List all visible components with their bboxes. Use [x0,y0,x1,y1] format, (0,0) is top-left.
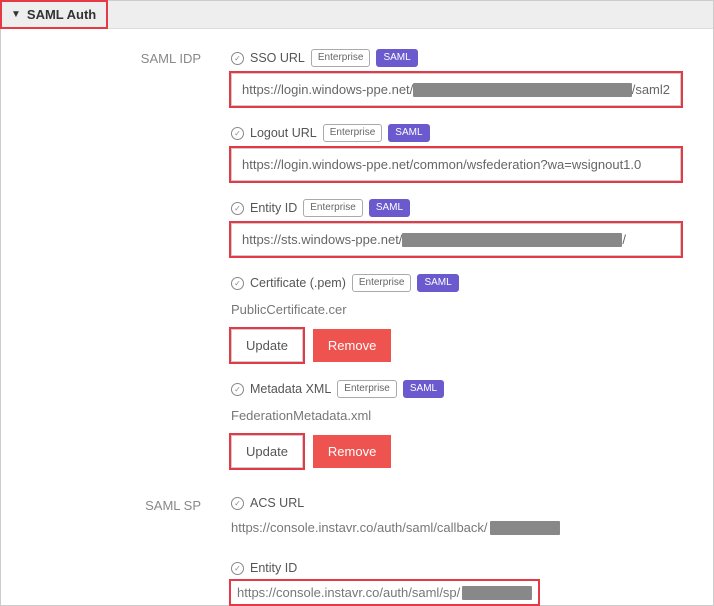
entity-id-input[interactable]: https://sts.windows-ppe.net/ / [231,223,681,256]
redacted-segment [490,521,560,535]
sp-entity-id-value: https://console.instavr.co/auth/saml/sp/ [231,581,538,604]
certificate-label: Certificate (.pem) [250,276,346,290]
section-title: SAML Auth [27,7,96,22]
enterprise-badge: Enterprise [352,274,412,292]
redacted-segment [462,586,532,600]
logout-url-label: Logout URL [250,126,317,140]
sso-url-input[interactable]: https://login.windows-ppe.net/ /saml2 [231,73,681,106]
collapse-triangle-icon: ▼ [11,9,21,20]
check-circle-icon: ✓ [231,497,244,510]
check-circle-icon: ✓ [231,277,244,290]
redacted-segment [413,83,631,97]
check-circle-icon: ✓ [231,383,244,396]
acs-url-label: ACS URL [250,496,304,510]
sso-url-label: SSO URL [250,51,305,65]
check-circle-icon: ✓ [231,202,244,215]
certificate-update-button[interactable]: Update [231,329,303,362]
enterprise-badge: Enterprise [323,124,383,142]
saml-badge: SAML [376,49,417,67]
sp-section-label: SAML SP [1,496,231,604]
metadata-label: Metadata XML [250,382,331,396]
logout-url-input[interactable]: https://login.windows-ppe.net/common/wsf… [231,148,681,181]
idp-section-label: SAML IDP [1,49,231,486]
check-circle-icon: ✓ [231,127,244,140]
saml-badge: SAML [388,124,429,142]
saml-badge: SAML [369,199,410,217]
saml-badge: SAML [417,274,458,292]
metadata-filename: FederationMetadata.xml [231,404,693,431]
enterprise-badge: Enterprise [303,199,363,217]
check-circle-icon: ✓ [231,562,244,575]
section-header[interactable]: ▼ SAML Auth [1,1,713,29]
acs-url-value: https://console.instavr.co/auth/saml/cal… [231,516,693,543]
certificate-filename: PublicCertificate.cer [231,298,693,325]
check-circle-icon: ✓ [231,52,244,65]
entity-id-label: Entity ID [250,201,297,215]
enterprise-badge: Enterprise [311,49,371,67]
enterprise-badge: Enterprise [337,380,397,398]
saml-badge: SAML [403,380,444,398]
metadata-remove-button[interactable]: Remove [313,435,391,468]
sp-entity-id-label: Entity ID [250,561,297,575]
redacted-segment [402,233,622,247]
metadata-update-button[interactable]: Update [231,435,303,468]
certificate-remove-button[interactable]: Remove [313,329,391,362]
